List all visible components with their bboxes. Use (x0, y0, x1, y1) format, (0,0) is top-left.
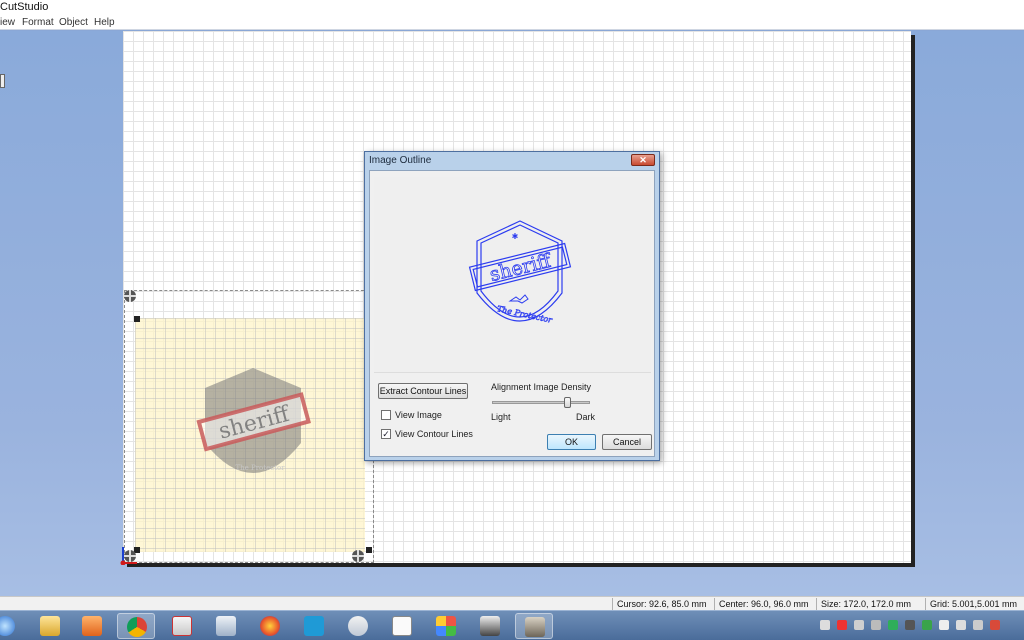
tray-drive-icon[interactable] (854, 620, 864, 630)
view-contour-lines-label: View Contour Lines (395, 429, 473, 439)
extract-contour-lines-button[interactable]: Extract Contour Lines (378, 383, 468, 399)
dog-icon (508, 294, 529, 304)
density-dark-label: Dark (576, 412, 596, 422)
origin-axes-icon (120, 547, 137, 565)
status-size: Size: 172.0, 172.0 mm (821, 599, 912, 609)
density-slider-track[interactable] (492, 397, 590, 408)
menu-view[interactable]: iew (0, 17, 15, 28)
close-button[interactable]: ✕ (631, 154, 655, 166)
cutting-plotter-icon[interactable] (471, 613, 509, 639)
toolbar-stub[interactable] (0, 74, 5, 88)
sheriff-contour-preview: sheriff ✱ The Protector (468, 220, 572, 325)
tray-green-icon[interactable] (888, 620, 898, 630)
status-center: Center: 96.0, 96.0 mm (719, 599, 809, 609)
menu-bar: iew Format Object Help (0, 15, 1024, 30)
snipping-tool-icon[interactable] (163, 613, 201, 639)
media-player-icon[interactable] (73, 613, 111, 639)
star-icon: ✱ (512, 232, 519, 241)
menu-format[interactable]: Format (22, 17, 54, 28)
density-light-label: Light (491, 412, 511, 422)
document-icon[interactable] (383, 613, 421, 639)
tray-flag-icon[interactable] (990, 620, 1000, 630)
cutstudio-icon[interactable] (515, 613, 553, 639)
density-label: Alignment Image Density (491, 382, 592, 392)
file-explorer-icon[interactable] (31, 613, 69, 639)
menu-object[interactable]: Object (59, 17, 88, 28)
tray-monitor-icon[interactable] (871, 620, 881, 630)
imported-image[interactable]: sheriff The Protector (135, 318, 365, 552)
status-bar: Cursor: 92.6, 85.0 mm Center: 96.0, 96.0… (0, 596, 1024, 610)
ccleaner-icon[interactable] (295, 613, 333, 639)
status-cursor: Cursor: 92.6, 85.0 mm (617, 599, 707, 609)
preview-logo-tagline: The Protector (496, 304, 554, 325)
tray-volume-icon[interactable] (956, 620, 966, 630)
calculator-icon[interactable] (207, 613, 245, 639)
view-image-checkbox[interactable] (381, 410, 391, 420)
cancel-button[interactable]: Cancel (602, 434, 652, 450)
view-contour-lines-checkbox[interactable]: ✓ (381, 429, 391, 439)
rotate-handle[interactable] (352, 550, 364, 562)
status-separator (816, 598, 817, 610)
dialog-title: Image Outline (369, 155, 432, 166)
chrome-icon[interactable] (117, 613, 155, 639)
image-outline-dialog: Image Outline ✕ sheriff ✱ The Protector (364, 151, 660, 461)
ok-button[interactable]: OK (547, 434, 596, 450)
menu-help[interactable]: Help (94, 17, 115, 28)
canvas-shadow (911, 35, 915, 567)
tray-antivirus-icon[interactable] (837, 620, 847, 630)
contour-preview: sheriff ✱ The Protector (374, 177, 651, 373)
canvas-shadow (127, 563, 915, 567)
rotate-handle[interactable] (124, 290, 136, 302)
tray-battery-icon[interactable] (939, 620, 949, 630)
dialog-body: sheriff ✱ The Protector Extract Contour … (369, 170, 655, 457)
status-separator (925, 598, 926, 610)
start-orb-icon[interactable] (0, 613, 24, 639)
app-titlebar: CutStudio (0, 0, 1024, 15)
view-image-label: View Image (395, 410, 442, 420)
resize-handle[interactable] (134, 316, 140, 322)
canvas-logo-tagline: The Protector (235, 464, 285, 472)
status-separator (714, 598, 715, 610)
sheriff-image: sheriff The Protector (196, 368, 311, 473)
tray-signal-icon[interactable] (973, 620, 983, 630)
tray-printer-icon[interactable] (820, 620, 830, 630)
firefox-icon[interactable] (251, 613, 289, 639)
status-grid: Grid: 5.001,5.001 mm (930, 599, 1018, 609)
tray-network-icon[interactable] (905, 620, 915, 630)
status-separator (612, 598, 613, 610)
resize-handle[interactable] (366, 547, 372, 553)
taskbar (0, 610, 1024, 640)
system-tray (820, 619, 1024, 633)
tray-excel-icon[interactable] (922, 620, 932, 630)
sketchup-icon[interactable] (339, 613, 377, 639)
app-title: CutStudio (0, 1, 49, 13)
paint-icon[interactable] (427, 613, 465, 639)
density-slider-thumb[interactable] (564, 397, 572, 408)
